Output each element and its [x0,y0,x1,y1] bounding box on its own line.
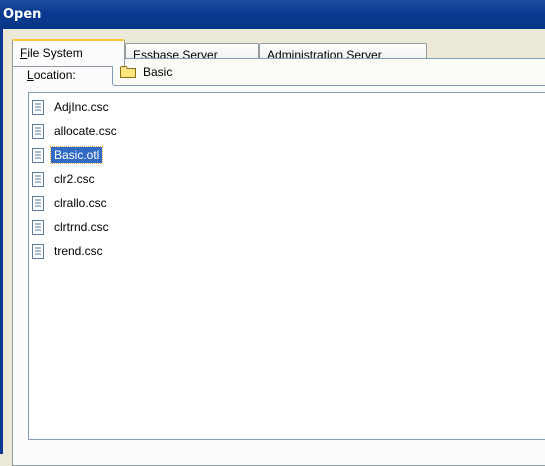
list-item[interactable]: allocate.csc [32,121,120,141]
file-list[interactable]: AdjInc.csc allocate.csc Basic.otl clr2.c… [28,92,545,440]
file-name: clrallo.csc [54,196,107,210]
location-value: Basic [143,65,173,79]
file-name: AdjInc.csc [54,100,109,114]
window-frame-left [0,29,3,454]
list-item[interactable]: trend.csc [32,241,106,261]
document-icon [32,123,44,139]
list-item[interactable]: clrallo.csc [32,193,110,213]
document-icon [32,171,44,187]
tab-file-system[interactable]: File System [12,39,125,66]
file-name: Basic.otl [49,146,104,164]
tab-file-system-label: ile System [27,46,83,60]
location-label-text: ocation: [33,68,76,82]
file-name: clr2.csc [54,172,95,186]
list-item[interactable]: clr2.csc [32,169,98,189]
location-label: Location: [27,68,76,82]
file-name: allocate.csc [54,124,117,138]
file-name: clrtrnd.csc [54,220,109,234]
location-accesskey: L [27,68,34,82]
list-item[interactable]: clrtrnd.csc [32,217,112,237]
location-dropdown[interactable]: Basic [112,58,545,86]
window-title: Open [3,7,42,22]
file-name: trend.csc [54,244,103,258]
document-icon [32,147,44,163]
document-icon [32,99,44,115]
document-icon [32,243,44,259]
folder-icon [120,66,136,78]
list-item-selected[interactable]: Basic.otl [32,145,104,165]
document-icon [32,195,44,211]
document-icon [32,219,44,235]
title-bar[interactable]: Open [0,0,545,29]
list-item[interactable]: AdjInc.csc [32,97,112,117]
